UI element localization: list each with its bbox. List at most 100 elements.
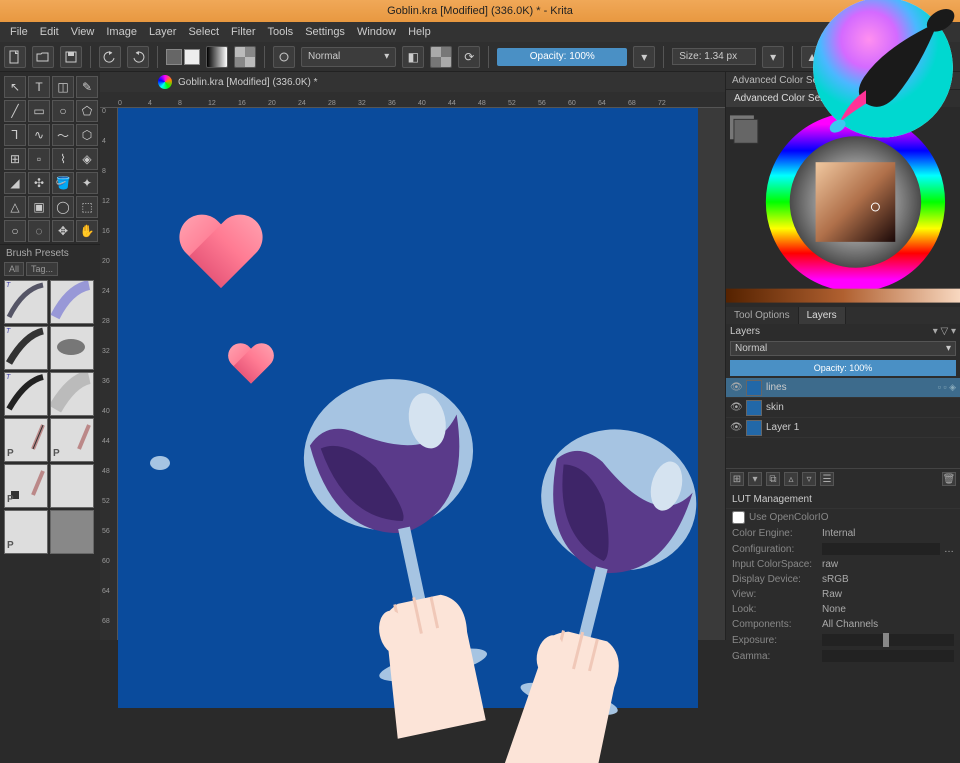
brush-preset[interactable]: T (4, 372, 48, 416)
use-ocio-checkbox[interactable] (732, 511, 745, 524)
exposure-slider[interactable] (822, 634, 954, 646)
menu-tools[interactable]: Tools (262, 26, 300, 38)
view-value[interactable]: Raw (822, 589, 954, 600)
look-value[interactable]: None (822, 604, 954, 615)
layer-filter-icon[interactable]: ▾ ▽ ▾ (933, 326, 956, 337)
properties-button[interactable]: ☰ (820, 472, 834, 486)
brush-preset[interactable]: T (4, 326, 48, 370)
brush-preset[interactable]: T (4, 280, 48, 324)
color-swatches[interactable] (166, 49, 200, 65)
gradient-tool[interactable]: ◢ (4, 172, 26, 194)
menu-window[interactable]: Window (351, 26, 402, 38)
document-tab[interactable]: Goblin.kra [Modified] (336.0K) * (100, 72, 725, 92)
tab-layers[interactable]: Layers (799, 307, 846, 324)
rectangle-tool[interactable]: ▭ (28, 100, 50, 122)
blend-mode-select[interactable]: Normal ▾ (301, 47, 396, 67)
move-down2-button[interactable]: ▿ (802, 472, 816, 486)
undo-button[interactable] (99, 46, 121, 68)
brush-preset[interactable] (50, 510, 94, 554)
pattern-button[interactable] (234, 46, 256, 68)
menu-help[interactable]: Help (402, 26, 437, 38)
contiguous-select-tool[interactable]: ✥ (52, 220, 74, 242)
move-tool[interactable]: ↖ (4, 76, 26, 98)
menu-filter[interactable]: Filter (225, 26, 261, 38)
rect-select-tool[interactable]: ⬚ (76, 196, 98, 218)
calligraphy-tool[interactable]: ⌇ (52, 148, 74, 170)
brush-preset[interactable]: P (50, 418, 94, 462)
menu-edit[interactable]: Edit (34, 26, 65, 38)
multi-brush-tool[interactable]: ⊞ (4, 148, 26, 170)
display-device-value[interactable]: sRGB (822, 574, 954, 585)
fg-color-swatch[interactable] (166, 49, 182, 65)
visibility-icon[interactable]: 👁 (730, 382, 742, 394)
brush-preset[interactable]: P (4, 464, 48, 508)
layer-row[interactable]: 👁 skin (726, 398, 960, 418)
pattern-edit-tool[interactable]: ◈ (76, 148, 98, 170)
polyline-tool[interactable]: ⅂ (4, 124, 26, 146)
reference-tool[interactable]: ◯ (52, 196, 74, 218)
layer-blend-select[interactable]: Normal ▾ (730, 341, 956, 356)
brush-preset[interactable] (50, 464, 94, 508)
reload-preset-button[interactable]: ⟳ (458, 46, 480, 68)
assistant-tool[interactable]: △ (4, 196, 26, 218)
bezier-tool[interactable]: ∿ (28, 124, 50, 146)
measure-tool[interactable]: ▣ (28, 196, 50, 218)
configuration-field[interactable] (822, 543, 940, 555)
eraser-toggle[interactable]: ◧ (402, 46, 424, 68)
gradient-button[interactable] (206, 46, 228, 68)
pan-tool[interactable]: ✋ (76, 220, 98, 242)
line-tool[interactable]: ╱ (4, 100, 26, 122)
menu-settings[interactable]: Settings (299, 26, 351, 38)
menu-select[interactable]: Select (182, 26, 225, 38)
add-layer-button[interactable]: ⊞ (730, 472, 744, 486)
color-engine-value[interactable]: Internal (822, 528, 954, 539)
menu-layer[interactable]: Layer (143, 26, 183, 38)
brush-preset[interactable]: P (4, 510, 48, 554)
open-file-button[interactable] (32, 46, 54, 68)
opacity-dropdown[interactable]: ▾ (633, 46, 655, 68)
duplicate-layer-button[interactable]: ⧉ (766, 472, 780, 486)
layer-row[interactable]: 👁 Layer 1 (726, 418, 960, 438)
crop-tool[interactable]: ◫ (52, 76, 74, 98)
visibility-icon[interactable]: 👁 (730, 402, 742, 414)
brush-size-label[interactable]: Size: 1.34 px (672, 48, 756, 65)
redo-button[interactable] (127, 46, 149, 68)
freehand-brush-tool[interactable]: ✎ (76, 76, 98, 98)
alpha-lock-toggle[interactable] (430, 46, 452, 68)
ellipse-tool[interactable]: ○ (52, 100, 74, 122)
bg-color-swatch[interactable] (184, 49, 200, 65)
visibility-icon[interactable]: 👁 (730, 422, 742, 434)
menu-image[interactable]: Image (100, 26, 143, 38)
gamma-slider[interactable] (822, 650, 954, 662)
fill-tool[interactable]: 🪣 (52, 172, 74, 194)
save-button[interactable] (60, 46, 82, 68)
brush-tab-all[interactable]: All (4, 262, 24, 276)
brush-preset-button[interactable] (273, 46, 295, 68)
input-colorspace-value[interactable]: raw (822, 559, 954, 570)
layer-opacity-slider[interactable]: Opacity: 100% (730, 360, 956, 376)
delete-layer-button[interactable]: 🗑 (942, 472, 956, 486)
outline-select-tool[interactable]: ◌ (28, 220, 50, 242)
move-up-button[interactable]: ▵ (784, 472, 798, 486)
polygon-tool[interactable]: ⬠ (76, 100, 98, 122)
ellipse-select-tool[interactable]: ○ (4, 220, 26, 242)
brush-preset[interactable] (50, 326, 94, 370)
brush-preset[interactable] (50, 372, 94, 416)
freehand-path-tool[interactable]: 〜 (52, 124, 74, 146)
opacity-slider[interactable]: Opacity: 100% (497, 48, 627, 66)
components-value[interactable]: All Channels (822, 619, 954, 630)
smart-fill-tool[interactable]: ✦ (76, 172, 98, 194)
canvas[interactable] (118, 108, 698, 708)
new-file-button[interactable] (4, 46, 26, 68)
transform-tool[interactable]: T (28, 76, 50, 98)
dyna-tool[interactable]: ⬡ (76, 124, 98, 146)
menu-file[interactable]: File (4, 26, 34, 38)
color-picker-tool[interactable]: ✣ (28, 172, 50, 194)
move-down-button[interactable]: ▾ (748, 472, 762, 486)
brush-preset[interactable]: P (4, 418, 48, 462)
layer-row[interactable]: 👁 lines ▫ ▫ ◈ (726, 378, 960, 398)
menu-view[interactable]: View (65, 26, 101, 38)
size-dropdown[interactable]: ▾ (762, 46, 784, 68)
edit-shapes-tool[interactable]: ▫ (28, 148, 50, 170)
brush-tab-tag[interactable]: Tag... (26, 262, 58, 276)
